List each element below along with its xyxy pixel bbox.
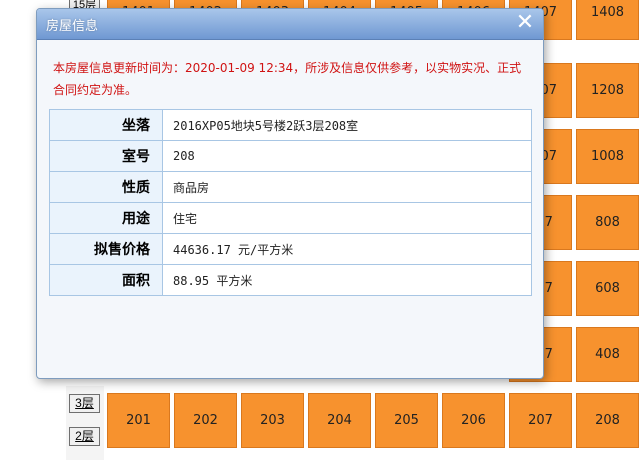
close-icon[interactable]: ✕ — [515, 12, 535, 34]
field-value: 商品房 — [162, 171, 532, 203]
table-row: 用途 住宅 — [49, 202, 532, 234]
field-value: 88.95 平方米 — [162, 264, 532, 296]
unit-cell[interactable]: 204 — [308, 393, 371, 448]
field-label: 面积 — [49, 264, 163, 296]
unit-cell[interactable]: 206 — [442, 393, 505, 448]
floor-label-button[interactable]: 2层 — [69, 427, 100, 446]
field-value: 208 — [162, 140, 532, 172]
unit-cell[interactable]: 208 — [576, 393, 639, 448]
unit-cell[interactable]: 1408 — [576, 0, 639, 40]
table-row: 室号 208 — [49, 140, 532, 172]
unit-cell[interactable]: 1208 — [576, 63, 639, 118]
unit-cell[interactable]: 202 — [174, 393, 237, 448]
field-label: 坐落 — [49, 109, 163, 141]
field-label: 性质 — [49, 171, 163, 203]
house-info-dialog: 房屋信息 ✕ 本房屋信息更新时间为：2020-01-09 12:34，所涉及信息… — [36, 8, 544, 379]
update-notice: 本房屋信息更新时间为：2020-01-09 12:34，所涉及信息仅供参考，以实… — [53, 61, 522, 97]
field-value: 住宅 — [162, 202, 532, 234]
table-row: 拟售价格 44636.17 元/平方米 — [49, 233, 532, 265]
unit-cell[interactable]: 203 — [241, 393, 304, 448]
field-label: 拟售价格 — [49, 233, 163, 265]
floor-label-button[interactable]: 3层 — [69, 394, 100, 413]
dialog-title: 房屋信息 — [46, 19, 99, 34]
table-row: 面积 88.95 平方米 — [49, 264, 532, 296]
unit-cell[interactable]: 205 — [375, 393, 438, 448]
unit-cell[interactable]: 808 — [576, 195, 639, 250]
house-info-table: 坐落 2016XP05地块5号楼2跃3层208室 室号 208 性质 商品房 用… — [49, 109, 532, 296]
field-label: 室号 — [49, 140, 163, 172]
field-value: 2016XP05地块5号楼2跃3层208室 — [162, 109, 532, 141]
unit-cell[interactable]: 1008 — [576, 129, 639, 184]
field-value: 44636.17 元/平方米 — [162, 233, 532, 265]
unit-cell[interactable]: 608 — [576, 261, 639, 316]
unit-cell[interactable]: 408 — [576, 327, 639, 382]
unit-cell[interactable]: 201 — [107, 393, 170, 448]
field-label: 用途 — [49, 202, 163, 234]
dialog-title-bar[interactable]: 房屋信息 ✕ — [37, 9, 543, 40]
table-row: 性质 商品房 — [49, 171, 532, 203]
table-row: 坐落 2016XP05地块5号楼2跃3层208室 — [49, 109, 532, 141]
unit-cell[interactable]: 207 — [509, 393, 572, 448]
